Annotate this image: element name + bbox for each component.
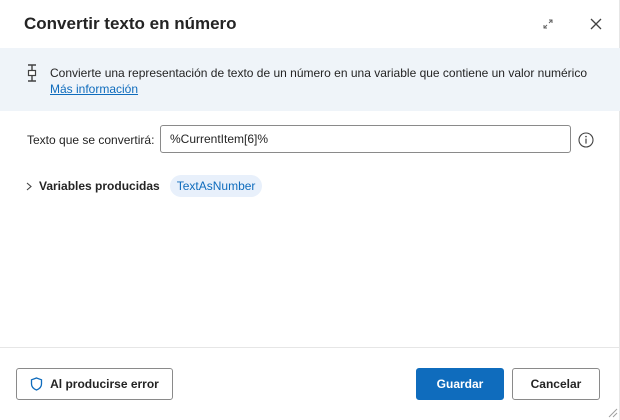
more-info-link[interactable]: Más información: [50, 82, 138, 96]
chevron-right-icon[interactable]: [24, 181, 34, 191]
expand-button[interactable]: [536, 12, 560, 36]
cancel-button[interactable]: Cancelar: [512, 368, 600, 400]
info-description: Convierte una representación de texto de…: [50, 66, 588, 80]
variable-chip[interactable]: TextAsNumber: [169, 175, 263, 197]
shield-icon: [30, 377, 43, 391]
info-circle-icon[interactable]: [578, 132, 594, 148]
close-icon: [590, 18, 602, 30]
text-to-convert-label: Texto que se convertirá:: [27, 133, 155, 147]
variable-icon: [27, 64, 37, 82]
on-error-button[interactable]: Al producirse error: [16, 368, 173, 400]
produced-variables-label[interactable]: Variables producidas: [39, 179, 160, 193]
expand-icon: [543, 19, 553, 29]
convert-text-dialog: Convertir texto en número Convierte una …: [0, 0, 620, 420]
close-button[interactable]: [584, 12, 608, 36]
dialog-title: Convertir texto en número: [24, 14, 237, 33]
save-button[interactable]: Guardar: [416, 368, 504, 400]
footer-divider: [0, 347, 620, 348]
produced-variables-section: Variables producidas TextAsNumber: [24, 175, 263, 197]
text-to-convert-input[interactable]: [160, 125, 571, 153]
dialog-header: Convertir texto en número: [0, 0, 620, 48]
on-error-label: Al producirse error: [50, 377, 159, 391]
resize-grip-icon[interactable]: [604, 404, 618, 418]
